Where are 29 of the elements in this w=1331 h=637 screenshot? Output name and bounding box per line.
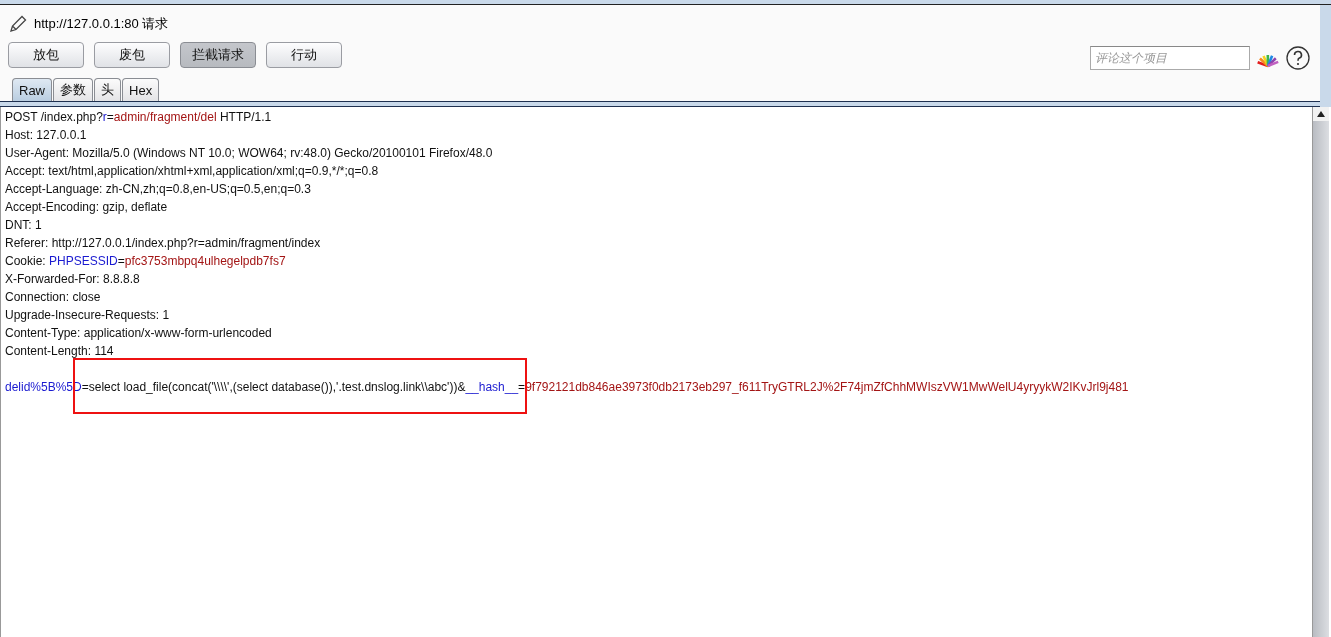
window-title: http://127.0.0.1:80 请求 — [34, 15, 169, 33]
request-line: Host: 127.0.0.1 — [5, 127, 88, 144]
scrollbar[interactable] — [1312, 107, 1329, 637]
request-line: POST /index.php?r=admin/fragment/del HTTP/1.1 — [5, 109, 273, 126]
request-line: Content-Length: 114 — [5, 343, 115, 360]
request-line: Cookie: PHPSESSID=pfc3753mbpq4ulhegelpdb7fs7 — [5, 253, 287, 270]
request-line: X-Forwarded-For: 8.8.8.8 — [5, 271, 141, 288]
request-line: Upgrade-Insecure-Requests: 1 — [5, 307, 171, 324]
help-icon[interactable] — [1286, 46, 1310, 70]
view-tab[interactable]: Hex — [122, 78, 160, 101]
view-tab[interactable]: 头 — [94, 78, 121, 101]
request-line: Accept-Language: zh-CN,zh;q=0.8,en-US;q=0.5,en;q=0.3 — [5, 181, 312, 198]
action-button[interactable]: 放包 — [8, 42, 84, 68]
request-editor[interactable] — [0, 107, 1312, 637]
comment-field[interactable]: 评论这个项目 — [1090, 46, 1250, 70]
action-button[interactable]: 拦截请求 — [180, 42, 256, 68]
request-line: Accept: text/html,application/xhtml+xml,application/xml;q=0.9,*/*;q=0.8 — [5, 163, 380, 180]
action-button[interactable]: 行动 — [266, 42, 342, 68]
view-tab[interactable]: 参数 — [53, 78, 93, 101]
request-line: Connection: close — [5, 289, 102, 306]
request-line: Content-Type: application/x-www-form-urlencoded — [5, 325, 273, 342]
scroll-up-icon[interactable] — [1317, 111, 1325, 117]
view-tab[interactable]: Raw — [12, 78, 52, 101]
request-line: Referer: http://127.0.0.1/index.php?r=admin/fragment/index — [5, 235, 322, 252]
request-line: Accept-Encoding: gzip, deflate — [5, 199, 169, 216]
request-line: DNT: 1 — [5, 217, 43, 234]
request-line: User-Agent: Mozilla/5.0 (Windows NT 10.0; WOW64; rv:48.0) Gecko/20100101 Firefox/48.0 — [5, 145, 494, 162]
action-button[interactable]: 废包 — [94, 42, 170, 68]
pencil-icon — [8, 14, 28, 34]
